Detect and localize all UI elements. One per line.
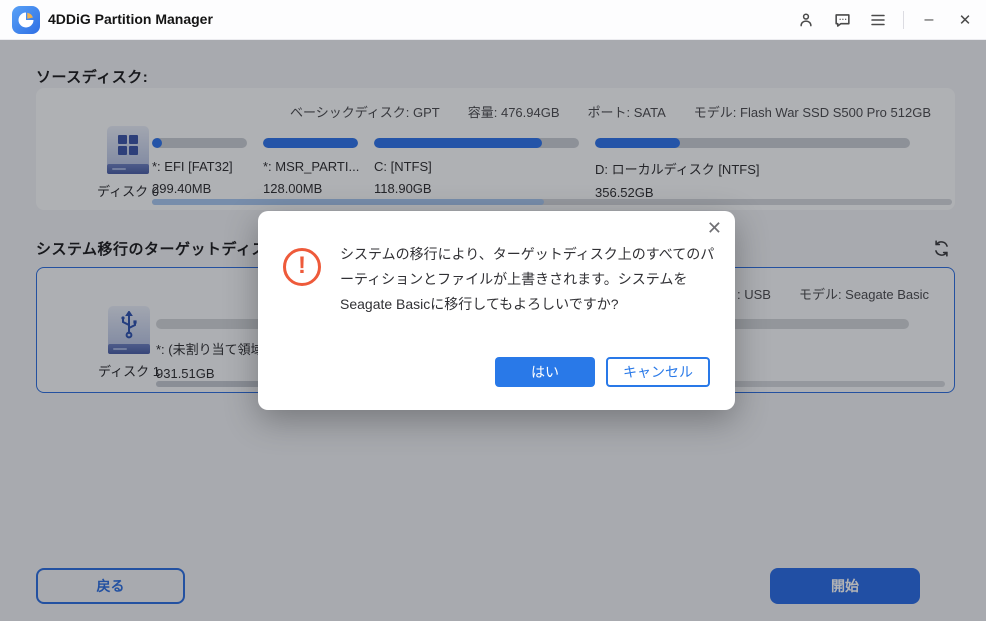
confirm-migration-dialog: ✕ ! システムの移行により、ターゲットディスク上のすべてのパーティションとファ… <box>258 211 735 410</box>
app-window: 4DDiG Partition Manager <box>0 0 986 621</box>
yes-button[interactable]: はい <box>495 357 595 387</box>
titlebar-actions: – ✕ <box>795 0 976 40</box>
close-window-button[interactable]: ✕ <box>954 9 976 31</box>
cancel-button[interactable]: キャンセル <box>606 357 710 387</box>
titlebar: 4DDiG Partition Manager <box>0 0 986 40</box>
app-title: 4DDiG Partition Manager <box>48 11 213 27</box>
app-logo-icon <box>12 6 40 34</box>
menu-icon[interactable] <box>867 9 889 31</box>
dialog-buttons: はい キャンセル <box>495 357 710 387</box>
warning-icon: ! <box>283 248 321 286</box>
titlebar-separator <box>903 11 904 29</box>
dialog-close-icon[interactable]: ✕ <box>707 219 722 237</box>
feedback-icon[interactable] <box>831 9 853 31</box>
minimize-button[interactable]: – <box>918 9 940 31</box>
account-icon[interactable] <box>795 9 817 31</box>
dialog-message: システムの移行により、ターゲットディスク上のすべてのパーティションとファイルが上… <box>340 242 722 317</box>
